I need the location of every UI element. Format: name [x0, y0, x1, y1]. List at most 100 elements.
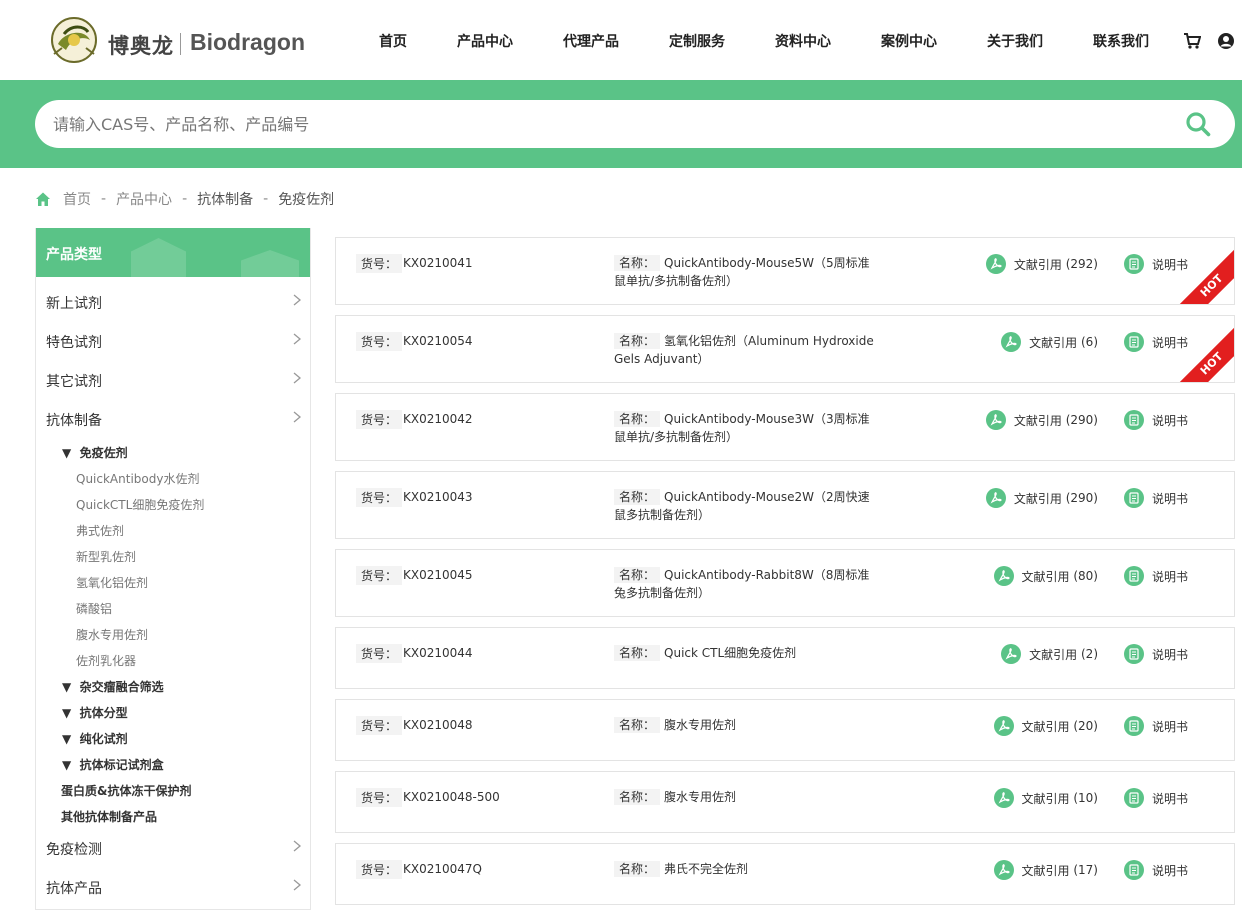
nav-contact[interactable]: 联系我们	[1093, 31, 1149, 51]
manual-link[interactable]: 说明书	[1123, 644, 1188, 664]
product-code[interactable]: KX0210048	[403, 718, 473, 732]
citation-count: (17)	[1073, 863, 1098, 877]
product-code[interactable]: KX0210042	[403, 412, 473, 426]
product-row[interactable]: 货号： KX0210054 名称： 氢氧化铝佐剂（Aluminum Hydroxide…	[335, 315, 1235, 383]
sidebar-subitem[interactable]: 氢氧化铝佐剂	[76, 574, 148, 591]
code-label: 货号：	[356, 716, 403, 735]
product-row[interactable]: 货号： KX0210041 名称： QuickAntibody-Mouse5W（5周标…	[335, 237, 1235, 305]
sidebar-item-antibody-prep[interactable]: 抗体制备	[46, 410, 302, 430]
manual-link[interactable]: 说明书	[1123, 410, 1188, 430]
nav-custom-service[interactable]: 定制服务	[669, 31, 725, 51]
product-row[interactable]: 货号： KX0210042 名称： QuickAntibody-Mouse3W（3周标…	[335, 393, 1235, 461]
citation-label: 文献引用	[1029, 335, 1078, 350]
brand-name-en[interactable]: Biodragon	[190, 29, 305, 56]
product-code[interactable]: KX0210041	[403, 256, 473, 270]
breadcrumb-separator: -	[101, 191, 107, 207]
home-icon[interactable]	[35, 191, 51, 207]
biodragon-logo[interactable]	[44, 14, 104, 66]
caret-down-icon: ▼	[62, 706, 72, 720]
code-label: 货号：	[356, 860, 403, 879]
product-name[interactable]: 腹水专用佐剂	[664, 718, 736, 732]
product-code[interactable]: KX0210047Q	[403, 862, 482, 876]
sidebar-item-other-antibody-prep[interactable]: 其他抗体制备产品	[61, 808, 157, 825]
document-icon	[1123, 644, 1144, 664]
manual-link[interactable]: 说明书	[1123, 716, 1188, 736]
sidebar-item-featured-reagents[interactable]: 特色试剂	[46, 332, 302, 352]
product-row[interactable]: 货号： KX0210043 名称： QuickAntibody-Mouse2W（2周快…	[335, 471, 1235, 539]
sidebar-group-hybridoma[interactable]: ▼ 杂交瘤融合筛选	[62, 678, 164, 695]
search-input[interactable]	[53, 110, 1153, 138]
sidebar-item-immunoassay[interactable]: 免疫检测	[46, 839, 302, 859]
product-row[interactable]: 货号： KX0210048 名称： 腹水专用佐剂 文献引用 (20) 说明书	[335, 699, 1235, 761]
product-row[interactable]: 货号： KX0210045 名称： QuickAntibody-Rabbit8W（8周…	[335, 549, 1235, 617]
cart-icon[interactable]	[1183, 32, 1201, 50]
product-name[interactable]: 腹水专用佐剂	[664, 790, 736, 804]
citation-link[interactable]: 文献引用 (290)	[985, 488, 1098, 508]
citation-label: 文献引用	[1021, 863, 1070, 878]
product-code[interactable]: KX0210054	[403, 334, 473, 348]
citation-label: 文献引用	[1013, 491, 1062, 506]
manual-label: 说明书	[1151, 491, 1188, 506]
product-code[interactable]: KX0210044	[403, 646, 473, 660]
sidebar-subitem[interactable]: 新型乳佐剂	[76, 548, 136, 565]
nav-cases[interactable]: 案例中心	[881, 31, 937, 51]
citation-link[interactable]: 文献引用 (2)	[1001, 644, 1098, 664]
sidebar-subitem[interactable]: 腹水专用佐剂	[76, 626, 148, 643]
sidebar-item-new-reagents[interactable]: 新上试剂	[46, 293, 302, 313]
product-row[interactable]: 货号： KX0210047Q 名称： 弗氏不完全佐剂 文献引用 (17) 说明书	[335, 843, 1235, 905]
product-name-block: 名称： 氢氧化铝佐剂（Aluminum Hydroxide Gels Adjuva…	[614, 332, 876, 368]
user-icon[interactable]	[1217, 32, 1235, 50]
product-row[interactable]: 货号： KX0210048-500 名称： 腹水专用佐剂 文献引用 (10) 说明书	[335, 771, 1235, 833]
sidebar-item-antibody-products[interactable]: 抗体产品	[46, 878, 302, 898]
nav-agency-products[interactable]: 代理产品	[563, 31, 619, 51]
sidebar-subitem[interactable]: QuickAntibody水佐剂	[76, 470, 199, 487]
search-icon[interactable]	[1185, 111, 1211, 137]
sidebar-subitem[interactable]: 佐剂乳化器	[76, 652, 136, 669]
nav-resources[interactable]: 资料中心	[775, 31, 831, 51]
sidebar-item-lyoprotectant[interactable]: 蛋白质&抗体冻干保护剂	[61, 782, 191, 799]
product-code[interactable]: KX0210045	[403, 568, 473, 582]
sidebar-group-labeling-kits[interactable]: ▼ 抗体标记试剂盒	[62, 756, 164, 773]
product-code[interactable]: KX0210043	[403, 490, 473, 504]
manual-link[interactable]: 说明书	[1123, 254, 1188, 274]
manual-link[interactable]: 说明书	[1123, 488, 1188, 508]
sidebar-item-label: 免疫检测	[46, 842, 102, 858]
citation-link[interactable]: 文献引用 (80)	[993, 566, 1098, 586]
sidebar-item-other-reagents[interactable]: 其它试剂	[46, 371, 302, 391]
sidebar-group-purification[interactable]: ▼ 纯化试剂	[62, 730, 128, 747]
document-icon	[1123, 716, 1144, 736]
product-name[interactable]: Quick CTL细胞免疫佐剂	[664, 646, 796, 660]
product-code[interactable]: KX0210048-500	[403, 790, 500, 804]
sidebar-subitem[interactable]: 磷酸铝	[76, 600, 112, 617]
manual-link[interactable]: 说明书	[1123, 566, 1188, 586]
citation-label: 文献引用	[1029, 647, 1078, 662]
citation-link[interactable]: 文献引用 (290)	[985, 410, 1098, 430]
product-name-block: 名称： 腹水专用佐剂	[614, 788, 876, 806]
citation-link[interactable]: 文献引用 (20)	[993, 716, 1098, 736]
citation-link[interactable]: 文献引用 (10)	[993, 788, 1098, 808]
citation-link[interactable]: 文献引用 (6)	[1001, 332, 1098, 352]
citation-link[interactable]: 文献引用 (17)	[993, 860, 1098, 880]
sidebar-subitem[interactable]: 弗式佐剂	[76, 522, 124, 539]
name-label: 名称：	[614, 645, 661, 661]
breadcrumb-products[interactable]: 产品中心	[116, 189, 172, 209]
citation-link[interactable]: 文献引用 (292)	[985, 254, 1098, 274]
brand-name-cn[interactable]: 博奥龙	[108, 30, 174, 60]
product-name[interactable]: 弗氏不完全佐剂	[664, 862, 748, 876]
manual-link[interactable]: 说明书	[1123, 860, 1188, 880]
breadcrumb-home[interactable]: 首页	[63, 189, 91, 209]
product-row[interactable]: 货号： KX0210044 名称： Quick CTL细胞免疫佐剂 文献引用 (2) 说明…	[335, 627, 1235, 689]
manual-link[interactable]: 说明书	[1123, 332, 1188, 352]
manual-label: 说明书	[1151, 719, 1188, 734]
chevron-right-icon	[293, 372, 302, 384]
manual-link[interactable]: 说明书	[1123, 788, 1188, 808]
nav-home[interactable]: 首页	[379, 31, 407, 51]
sidebar-group-adjuvant[interactable]: ▼ 免疫佐剂	[62, 444, 128, 461]
nav-about[interactable]: 关于我们	[987, 31, 1043, 51]
breadcrumb-antibody-prep[interactable]: 抗体制备	[197, 189, 253, 209]
pdf-icon	[1001, 332, 1022, 352]
nav-products[interactable]: 产品中心	[457, 31, 513, 51]
sidebar-subitem[interactable]: QuickCTL细胞免疫佐剂	[76, 496, 204, 513]
breadcrumb: 首页 - 产品中心 - 抗体制备 - 免疫佐剂	[35, 188, 334, 210]
sidebar-group-isotyping[interactable]: ▼ 抗体分型	[62, 704, 128, 721]
